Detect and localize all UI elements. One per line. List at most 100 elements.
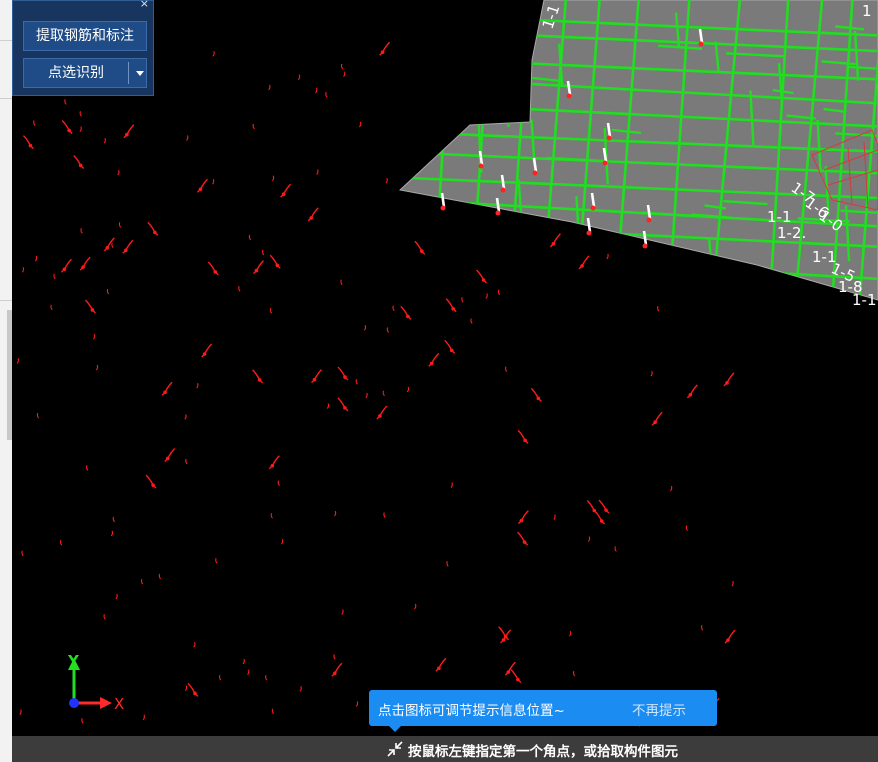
annotation-dot <box>500 187 506 193</box>
floor-slab[interactable] <box>392 0 878 321</box>
rebar-mark-dot <box>592 508 597 513</box>
x-axis-arrow-icon <box>100 697 112 709</box>
rebar-mark-dot <box>67 128 71 133</box>
rebar-mark <box>517 531 529 546</box>
rebar-mark <box>280 183 292 198</box>
rebar-mark-dot <box>580 264 584 268</box>
rebar-mark <box>103 614 106 620</box>
rebar-mark <box>271 708 275 715</box>
extract-rebar-and-annotation-button[interactable]: 提取钢筋和标注 <box>23 21 147 51</box>
rebar-mark <box>59 540 63 546</box>
rebar-mark <box>497 289 501 296</box>
rebar-mark-dot <box>198 187 203 192</box>
cad-drawing-canvas[interactable]: 1-1 1 1-1 1-2. 1-7 1-6 1-0 1-1 1-5 1-8 1… <box>12 0 878 736</box>
hint-tooltip[interactable]: 点击图标可调节提示信息位置~ 不再提示 <box>369 690 717 732</box>
rebar-mark-dot <box>726 638 730 642</box>
rebar-mark <box>73 155 85 170</box>
close-icon[interactable]: × <box>140 0 149 10</box>
rebar-mark <box>196 178 208 193</box>
drawing-label: 1-2. <box>777 224 806 242</box>
rebar-mark <box>517 429 529 444</box>
rebar-mark <box>117 169 120 176</box>
rebar-mark <box>212 51 215 57</box>
rebar-mark-dot <box>90 308 95 312</box>
rebar-mark <box>333 654 336 660</box>
rebar-mark <box>355 379 358 385</box>
rebar-mark <box>252 260 264 275</box>
rebar-mark <box>106 288 110 295</box>
rebar-mark-dot <box>536 396 541 401</box>
rebar-mark <box>485 293 488 299</box>
rebar-mark <box>19 709 22 715</box>
rebar-mark <box>316 169 319 175</box>
rebar-mark <box>311 369 323 384</box>
drawing-label: 1 <box>862 2 872 20</box>
rebar-mark <box>572 670 576 677</box>
rebar-mark <box>325 92 328 98</box>
dont-show-again-link[interactable]: 不再提示 <box>632 699 686 719</box>
sidebar-divider <box>0 98 12 99</box>
rebar-mark <box>414 603 417 610</box>
rebar-mark-dot <box>124 248 128 253</box>
beam-line[interactable] <box>392 279 878 303</box>
rebar-mark-dot <box>501 638 506 642</box>
axis-origin-icon <box>69 698 79 708</box>
rebar-mark <box>651 411 663 426</box>
rebar-mark <box>158 573 162 580</box>
rebar-mark <box>333 510 337 517</box>
rebar-mark-dot <box>333 671 337 676</box>
rebar-mark <box>315 87 318 94</box>
rebar-mark <box>79 126 82 133</box>
beam-segment[interactable] <box>477 49 483 101</box>
rebar-mark <box>530 387 542 402</box>
rebar-mark <box>60 258 72 273</box>
rebar-mark-dot <box>151 483 155 487</box>
rebar-mark <box>445 298 457 313</box>
floor-outline[interactable] <box>398 0 878 301</box>
rebar-mark <box>147 221 159 236</box>
rebar-mark <box>686 384 698 399</box>
rebar-mark <box>446 561 449 567</box>
rebar-mark-dot <box>202 352 207 356</box>
beam-line[interactable] <box>392 297 878 321</box>
rebar-mark <box>406 386 410 393</box>
annotation-dot <box>590 205 596 211</box>
rebar-mark <box>400 305 412 320</box>
rebar-mark <box>115 593 118 600</box>
rebar-mark <box>470 318 473 324</box>
rebar-mark <box>262 249 265 256</box>
rebar-mark-dot <box>105 246 110 250</box>
rebar-mark <box>185 458 188 465</box>
rebar-mark-dot <box>481 278 486 282</box>
rebar-mark <box>21 267 25 273</box>
rebar-mark <box>428 352 440 367</box>
rebar-mark <box>103 137 106 144</box>
rebar-mark-dot <box>516 677 520 682</box>
coordinate-axis-indicator: Y X <box>67 652 124 713</box>
rebar-mark-dot <box>257 378 262 382</box>
annotation-dot <box>606 135 612 141</box>
shrink-arrows-icon[interactable] <box>385 739 405 759</box>
beam-segment[interactable] <box>475 104 517 111</box>
rebar-mark <box>79 256 91 271</box>
annotation-dot <box>642 243 648 249</box>
rebar-mark <box>53 273 56 280</box>
rebar-mark <box>16 358 19 364</box>
dropdown-arrow-icon[interactable] <box>136 71 144 76</box>
rebar-mark <box>92 334 96 340</box>
rebar-mark <box>265 674 268 681</box>
rebar-mark-dot <box>309 216 314 220</box>
rebar-mark <box>112 516 115 523</box>
rebar-mark <box>110 530 114 537</box>
beam-segment[interactable] <box>479 213 485 236</box>
rebar-mark <box>193 641 196 648</box>
drawing-view[interactable]: 1-1 1 1-1 1-2. 1-7 1-6 1-0 1-1 1-5 1-8 1… <box>12 0 878 736</box>
pick-identify-label: 点选识别 <box>48 65 104 81</box>
pick-identify-button[interactable]: 点选识别 <box>23 58 147 88</box>
rebar-mark-dot <box>125 132 129 137</box>
rebar-mark <box>337 366 349 381</box>
rebar-mark-dot <box>254 268 259 273</box>
rebar-mark <box>61 119 73 134</box>
rebar-mark <box>50 304 53 311</box>
beam-segment[interactable] <box>500 11 506 55</box>
